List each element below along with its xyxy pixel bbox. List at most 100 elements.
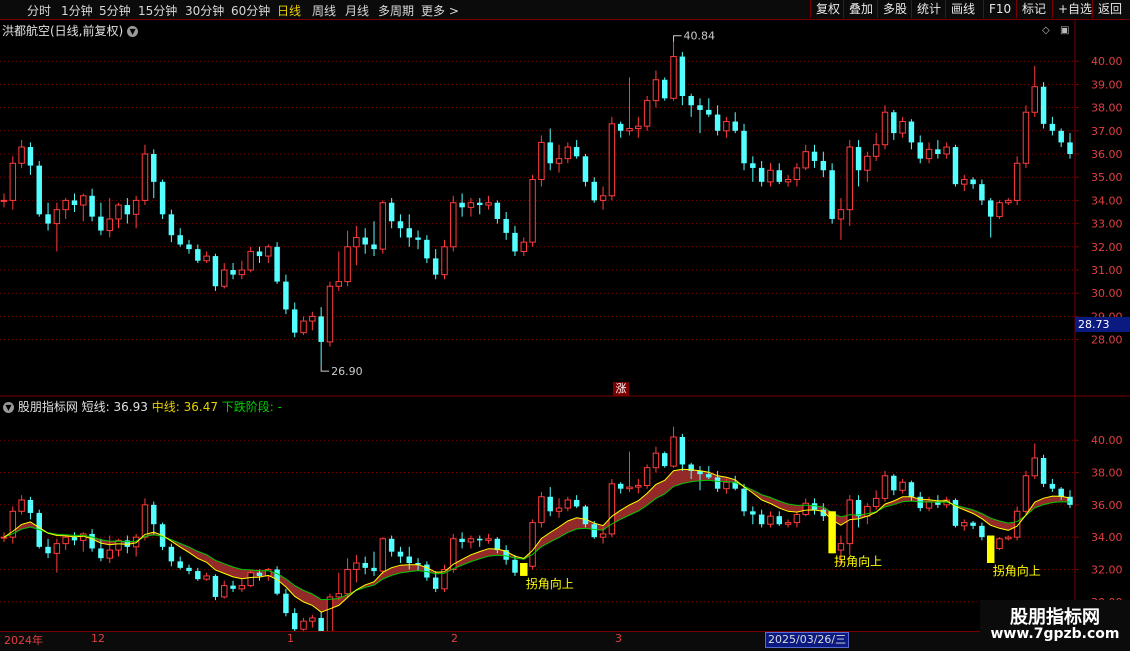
period-tab[interactable]: 分时 — [27, 2, 51, 19]
main-candle — [617, 123, 624, 131]
main-candle — [265, 246, 272, 257]
main-candle — [203, 255, 210, 262]
main-candle — [652, 79, 660, 102]
main-candle — [71, 200, 78, 206]
indicator-candle — [837, 543, 845, 551]
indicator-candle — [326, 596, 334, 631]
main-candle — [996, 202, 1003, 218]
main-candle — [159, 181, 166, 215]
kline-chart[interactable]: 40.00 39.00 38.00 37.00 36.00 35.00 34.00 33.00… — [0, 20, 1130, 631]
indicator-candle — [706, 474, 712, 478]
main-candle — [335, 281, 343, 287]
main-candle — [679, 56, 686, 96]
period-tab[interactable]: 15分钟 — [138, 2, 177, 19]
toolbar-button[interactable]: +自选 — [1052, 0, 1097, 18]
toolbar-button[interactable]: 叠加 — [843, 0, 878, 18]
indicator-candle — [864, 505, 871, 517]
main-candle — [1013, 162, 1021, 201]
main-candle — [855, 147, 862, 171]
main-candle — [503, 218, 509, 233]
indicator-candle — [635, 484, 642, 488]
indicator-candle — [573, 500, 580, 507]
main-candle — [300, 320, 307, 334]
indicator-candle — [221, 585, 228, 598]
indicator-candle — [758, 514, 765, 525]
signal-label: 拐角向上 — [993, 563, 1041, 578]
toolbar-button[interactable]: 画线 — [945, 0, 980, 18]
main-candle — [784, 179, 792, 183]
chevron-down-icon[interactable]: ▼ — [3, 402, 14, 413]
indicator-candle — [908, 482, 915, 497]
main-candle — [829, 170, 835, 219]
y-tick-label: 36.00 — [1091, 148, 1123, 161]
main-candle — [459, 202, 465, 208]
toolbar-button[interactable]: F10 — [983, 0, 1016, 18]
y-tick-label: 36.00 — [1091, 499, 1123, 512]
main-candle — [432, 258, 439, 275]
y-tick-label: 32.00 — [1091, 241, 1123, 254]
toolbar-button[interactable]: 标记 — [1016, 0, 1051, 18]
main-candle — [1049, 123, 1056, 131]
toolbar-button[interactable]: 多股 — [877, 0, 912, 18]
indicator-candle — [1022, 475, 1030, 512]
y-tick-label: 30.00 — [1091, 287, 1123, 300]
y-tick-label: 39.00 — [1091, 78, 1123, 91]
signal-badge[interactable]: 涨 — [613, 382, 629, 396]
indicator-candle — [115, 539, 122, 551]
main-candle — [1005, 199, 1012, 204]
main-candle — [538, 141, 545, 181]
main-candle — [987, 200, 994, 217]
main-candle — [344, 246, 351, 283]
period-tab[interactable]: 周线 — [312, 2, 336, 19]
indicator-candle — [626, 486, 633, 490]
indicator-candle — [230, 585, 236, 589]
toolbar-button[interactable]: 复权 — [810, 0, 845, 18]
period-tab[interactable]: 30分钟 — [185, 2, 224, 19]
period-tab[interactable]: 日线 — [277, 2, 301, 19]
signal-label: 拐角向上 — [526, 576, 574, 591]
main-candle — [697, 105, 703, 110]
main-candle — [441, 246, 448, 276]
y-tick-label: 31.00 — [1091, 264, 1123, 277]
indicator-candle — [1049, 483, 1056, 489]
high-label: 40.84 — [684, 30, 716, 43]
main-candle — [62, 199, 69, 211]
indicator-candle — [793, 514, 801, 524]
period-tab[interactable]: 多周期 — [378, 2, 414, 19]
toolbar-button[interactable]: 统计 — [911, 0, 946, 18]
main-candle — [1031, 86, 1038, 113]
indicator-candle — [132, 536, 140, 548]
period-tab[interactable]: 更多 > — [421, 2, 459, 19]
main-candle — [573, 147, 580, 157]
period-tab[interactable]: 60分钟 — [231, 2, 270, 19]
indicator-candle — [371, 567, 377, 572]
y-tick-label: 33.00 — [1091, 218, 1123, 231]
indicator-candle — [891, 475, 897, 491]
indicator-candle — [151, 504, 157, 525]
watermark: 股朋指标网 www.7gpzb.com — [980, 600, 1130, 650]
main-candle — [309, 315, 316, 322]
time-axis: 2024年 12 1 2 3 2025/03/26/三 — [0, 631, 1130, 651]
period-tab[interactable]: 1分钟 — [61, 2, 93, 19]
main-candle — [98, 216, 104, 231]
indicator-candle — [432, 577, 439, 589]
main-candle — [221, 269, 228, 287]
indicator-candle — [388, 538, 395, 552]
main-candle — [141, 153, 149, 201]
main-candle — [979, 184, 985, 201]
period-tab[interactable]: 月线 — [345, 2, 369, 19]
main-candle — [750, 163, 756, 168]
toolbar-button[interactable]: 返回 — [1092, 0, 1127, 18]
period-tab[interactable]: 5分钟 — [99, 2, 131, 19]
main-candle — [494, 202, 501, 219]
indicator-candle — [141, 504, 149, 538]
main-candle — [635, 125, 642, 129]
main-candle — [626, 127, 633, 132]
main-candle — [1022, 111, 1030, 164]
y-tick-label: 28.00 — [1091, 334, 1123, 347]
main-candle — [256, 251, 263, 257]
signal-label: 拐角向上 — [834, 553, 882, 568]
main-candle — [212, 256, 219, 287]
indicator-candle — [555, 507, 563, 512]
main-candle — [899, 121, 906, 134]
